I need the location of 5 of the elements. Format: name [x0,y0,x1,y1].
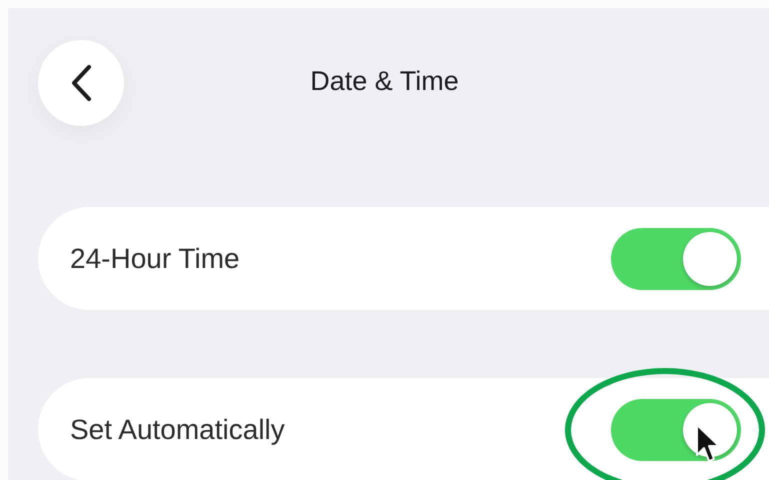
setting-label: Set Automatically [70,414,286,446]
toggle-switch[interactable] [611,398,741,460]
page-title: Date & Time [310,66,459,96]
setting-label: 24-Hour Time [70,242,241,274]
back-icon [69,64,93,102]
